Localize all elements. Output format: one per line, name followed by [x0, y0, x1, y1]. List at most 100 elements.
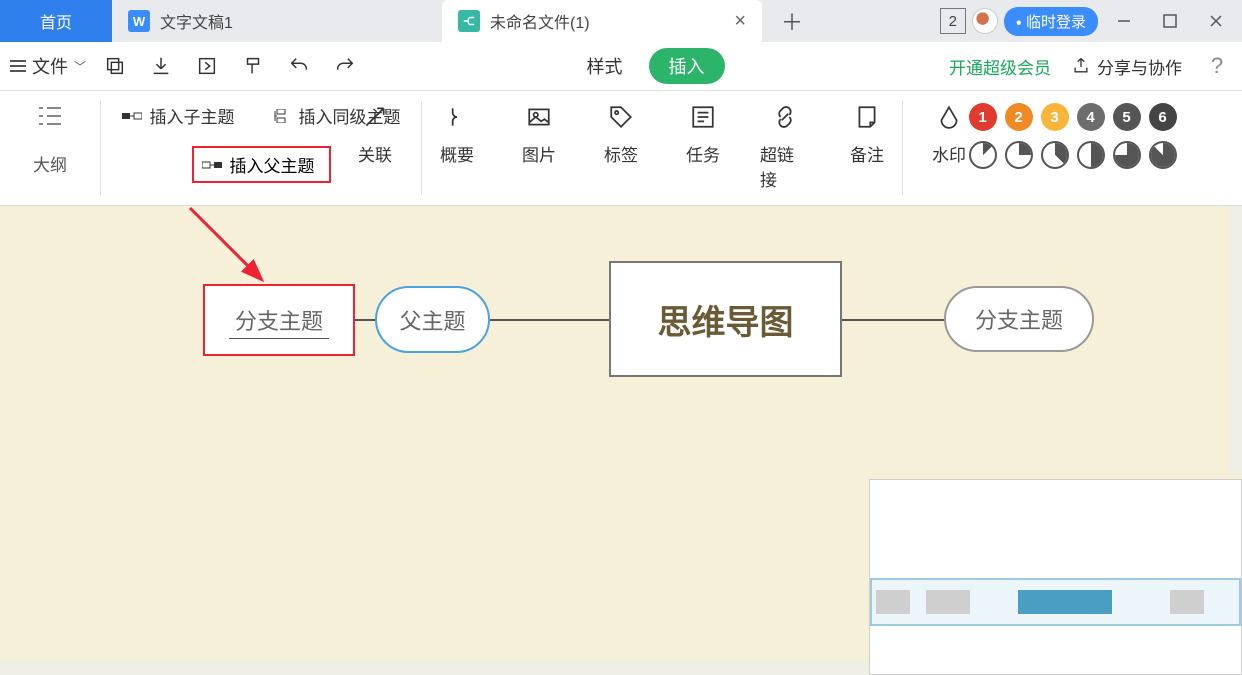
close-window-button[interactable]: [1196, 1, 1236, 41]
new-tab-button[interactable]: ＋: [762, 0, 822, 42]
tab-mindmap[interactable]: 未命名文件(1) ×: [442, 0, 762, 42]
tool-hyperlink[interactable]: 超链接: [760, 103, 810, 191]
window-count-label: 2: [949, 13, 957, 30]
node-parent-topic[interactable]: 父主题: [375, 286, 490, 353]
share-label: 分享与协作: [1097, 54, 1182, 79]
priority-marker-4[interactable]: 4: [1077, 103, 1105, 131]
menubar-left: 文件 ﹀: [10, 49, 362, 83]
tool-summary[interactable]: 概要: [432, 103, 482, 191]
share-button[interactable]: 分享与协作: [1071, 54, 1182, 79]
insert-subtopic-label: 插入子主题: [150, 103, 235, 128]
progress-marker-25[interactable]: [1005, 141, 1033, 169]
tool-summary-label: 概要: [440, 141, 474, 166]
close-icon[interactable]: ×: [734, 10, 746, 33]
node-branch-topic[interactable]: 分支主题: [203, 284, 355, 356]
parent-topic-icon: [202, 158, 222, 172]
redo-icon[interactable]: [328, 49, 362, 83]
tab-home[interactable]: 首页: [0, 0, 112, 42]
tool-tag-label: 标签: [604, 141, 638, 166]
minimap[interactable]: [869, 479, 1242, 675]
tool-note[interactable]: 备注: [842, 103, 892, 191]
help-button[interactable]: ?: [1202, 53, 1232, 79]
minimap-node: [1170, 590, 1204, 614]
minimap-viewport[interactable]: [870, 578, 1241, 626]
tab-document[interactable]: W 文字文稿1: [112, 0, 442, 42]
file-menu[interactable]: 文件 ﹀: [10, 53, 86, 79]
ribbon: 大纲 插入子主题 插入同级主题 插入父主题 关联: [0, 90, 1242, 206]
progress-marker-12[interactable]: [969, 141, 997, 169]
word-icon: W: [128, 10, 150, 32]
temp-login-pill[interactable]: ● 临时登录: [1004, 7, 1098, 36]
mindmap-icon: [458, 10, 480, 32]
window-count-badge[interactable]: 2: [940, 8, 966, 34]
file-menu-label: 文件: [32, 53, 68, 79]
tab-strip: 首页 W 文字文稿1 未命名文件(1) × ＋ 2 ● 临时登录: [0, 0, 1242, 42]
progress-marker-50[interactable]: [1077, 141, 1105, 169]
node-branch-label: 分支主题: [229, 302, 329, 339]
menubar: 文件 ﹀ 样式 插入 开通超级会员 分享与协作 ?: [0, 42, 1242, 90]
ribbon-group-tools: 关联 概要 图片 标签 任务 超链接: [422, 91, 902, 205]
download-icon[interactable]: [144, 49, 178, 83]
duplicate-icon[interactable]: [98, 49, 132, 83]
user-avatar[interactable]: [972, 8, 998, 34]
vertical-scrollbar[interactable]: [1228, 206, 1242, 475]
tool-note-label: 备注: [850, 141, 884, 166]
progress-marker-87[interactable]: [1149, 141, 1177, 169]
export-icon[interactable]: [190, 49, 224, 83]
insert-tab-label: 插入: [669, 57, 705, 77]
tab-document-label: 文字文稿1: [160, 9, 233, 33]
priority-marker-1[interactable]: 1: [969, 103, 997, 131]
priority-marker-3[interactable]: 3: [1041, 103, 1069, 131]
insert-parent-topic-label: 插入父主题: [230, 152, 315, 177]
summary-icon: [443, 103, 471, 131]
undo-icon[interactable]: [282, 49, 316, 83]
node-central-topic[interactable]: 思维导图: [609, 261, 842, 377]
share-icon: [1071, 56, 1091, 76]
minimap-node: [1018, 590, 1112, 614]
minimap-node: [926, 590, 970, 614]
minimap-node: [876, 590, 910, 614]
format-painter-icon[interactable]: [236, 49, 270, 83]
tool-task-label: 任务: [686, 141, 720, 166]
priority-marker-5[interactable]: 5: [1113, 103, 1141, 131]
progress-marker-75[interactable]: [1113, 141, 1141, 169]
edge: [842, 319, 945, 321]
ribbon-group-outline[interactable]: 大纲: [0, 91, 100, 205]
tool-image[interactable]: 图片: [514, 103, 564, 191]
node-parent-label: 父主题: [399, 304, 465, 336]
priority-marker-6[interactable]: 6: [1149, 103, 1177, 131]
image-icon: [525, 103, 553, 131]
tool-relation[interactable]: 关联: [350, 103, 400, 191]
priority-marker-2[interactable]: 2: [1005, 103, 1033, 131]
node-central-label: 思维导图: [658, 295, 794, 344]
peer-topic-icon: [271, 109, 291, 123]
edge: [490, 319, 610, 321]
tool-task[interactable]: 任务: [678, 103, 728, 191]
insert-tab[interactable]: 插入: [649, 48, 725, 84]
node-branch-topic-2[interactable]: 分支主题: [944, 286, 1094, 352]
tool-relation-label: 关联: [358, 141, 392, 166]
outline-icon: [35, 103, 65, 129]
tool-tag[interactable]: 标签: [596, 103, 646, 191]
insert-parent-topic-button[interactable]: 插入父主题: [192, 146, 331, 183]
menubar-right: 开通超级会员 分享与协作 ?: [949, 53, 1232, 79]
maximize-button[interactable]: [1150, 1, 1190, 41]
horizontal-scrollbar[interactable]: [0, 661, 868, 675]
minimize-button[interactable]: [1104, 1, 1144, 41]
style-tab[interactable]: 样式: [587, 53, 623, 79]
titlebar-right: 2 ● 临时登录: [940, 0, 1242, 42]
hamburger-icon: [10, 60, 26, 72]
tab-mindmap-label: 未命名文件(1): [490, 9, 590, 33]
temp-login-label: 临时登录: [1026, 14, 1086, 31]
ribbon-group-markers: 1 2 3 4 5 6: [903, 91, 1242, 205]
tab-home-label: 首页: [40, 9, 72, 33]
node-branch2-label: 分支主题: [975, 303, 1063, 335]
menubar-center: 样式 插入: [368, 48, 943, 84]
progress-marker-37[interactable]: [1041, 141, 1069, 169]
edge: [355, 319, 375, 321]
task-icon: [689, 103, 717, 131]
insert-subtopic-button[interactable]: 插入子主题: [122, 103, 235, 128]
tool-image-label: 图片: [522, 141, 556, 166]
tool-hyperlink-label: 超链接: [760, 141, 810, 191]
vip-link[interactable]: 开通超级会员: [949, 54, 1051, 79]
